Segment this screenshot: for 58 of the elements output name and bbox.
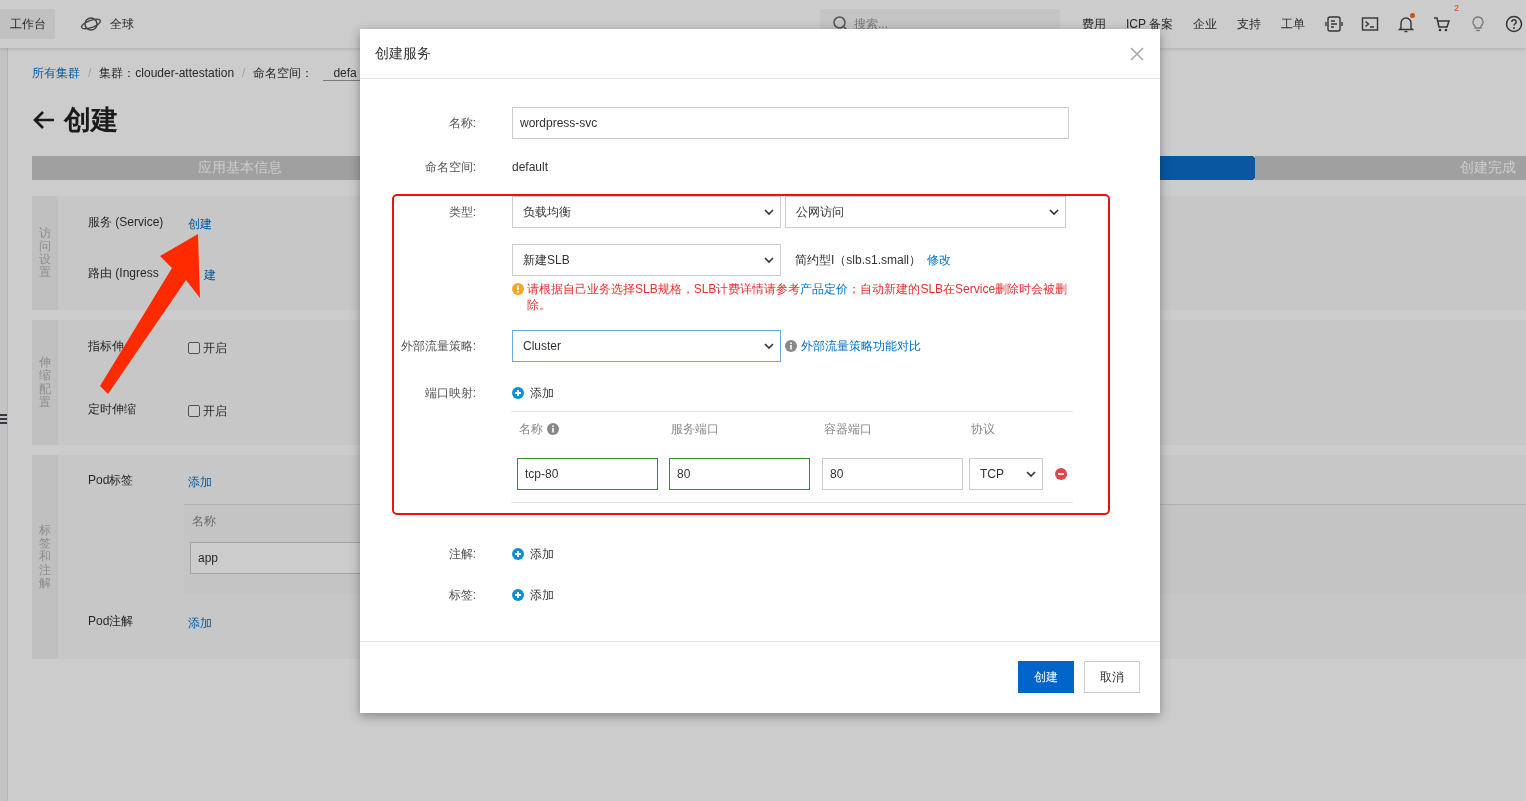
field-label: 路由 (Ingress (88, 265, 160, 282)
nav-link[interactable]: 工单 (1281, 15, 1306, 33)
field-label: 端口映射: (423, 384, 476, 402)
cart-count: 2 (1454, 3, 1460, 13)
dialog-title: 创建服务 (375, 44, 431, 63)
warning-text: 请根据自己业务选择SLB规格，SLB计费详情请参考产品定价；自动新建的SLB在Service删除时会被删除。 (527, 281, 1069, 313)
column-header: 协议 (971, 420, 995, 438)
field-label: 服务 (Service) (88, 214, 165, 231)
add-link[interactable]: 添加 (530, 544, 554, 564)
action-link[interactable]: 建 (204, 265, 216, 285)
namespace-label: 命名空间： (253, 64, 314, 82)
nav-link[interactable]: ICP 备案 (1126, 15, 1174, 33)
breadcrumb-separator: / (88, 66, 92, 80)
type-select[interactable]: 公网访问 (785, 196, 1066, 228)
pricing-link[interactable]: 产品定价 (800, 282, 849, 296)
action-link[interactable]: 创建 (188, 214, 212, 234)
service-port-input[interactable]: 80 (669, 458, 810, 490)
add-link[interactable]: 添加 (530, 585, 554, 605)
column-header: 服务端口 (671, 420, 719, 438)
name-input[interactable]: wordpress-svc (512, 107, 1069, 139)
page-title: 创建 (64, 104, 118, 137)
field-label: 名称: (447, 114, 476, 132)
slb-select[interactable]: 新建SLB (512, 244, 781, 276)
field-label: 注解: (447, 545, 476, 563)
workbench-button[interactable]: 工作台 (0, 9, 55, 39)
edit-link[interactable]: 修改 (927, 251, 952, 269)
help-link[interactable]: 外部流量策略功能对比 (801, 337, 921, 355)
enable-checkbox[interactable]: 开启 (188, 338, 227, 358)
field-label: Pod标签 (88, 472, 135, 489)
action-link[interactable]: 添加 (188, 472, 212, 492)
nav-link[interactable]: 企业 (1193, 15, 1218, 33)
add-link[interactable]: 添加 (530, 383, 554, 403)
container-port-input[interactable]: 80 (822, 458, 963, 490)
namespace-value: default (512, 159, 550, 176)
column-header: 容器端口 (824, 420, 872, 438)
action-link[interactable]: 添加 (188, 613, 212, 633)
nav-link[interactable]: 支持 (1237, 15, 1262, 33)
create-button[interactable]: 创建 (1018, 661, 1074, 693)
region-selector[interactable]: 全球 (80, 15, 134, 33)
protocol-select[interactable]: TCP (969, 458, 1043, 490)
breadcrumb-link[interactable]: 所有集群 (32, 64, 80, 82)
field-label: 指标伸 (88, 338, 125, 355)
field-label: Pod注解 (88, 613, 135, 630)
enable-checkbox[interactable]: 开启 (188, 401, 227, 421)
field-label: 定时伸缩 (88, 401, 137, 418)
slb-spec: 简约型I（slb.s1.small） (795, 251, 922, 269)
breadcrumb-separator: / (242, 66, 246, 80)
type-select[interactable]: 负载均衡 (512, 196, 781, 228)
nav-link[interactable]: 费用 (1082, 15, 1106, 33)
field-label: 标签: (447, 586, 476, 604)
field-label: 类型: (447, 203, 476, 221)
column-header: 名称 (519, 420, 543, 438)
breadcrumb-item: 集群：clouder-attestation (99, 64, 235, 82)
field-label: 外部流量策略: (399, 337, 476, 355)
cancel-button[interactable]: 取消 (1084, 661, 1140, 693)
traffic-policy-select[interactable]: Cluster (512, 330, 781, 362)
column-header: 名称 (191, 513, 217, 529)
port-name-input[interactable]: tcp-80 (517, 458, 658, 490)
